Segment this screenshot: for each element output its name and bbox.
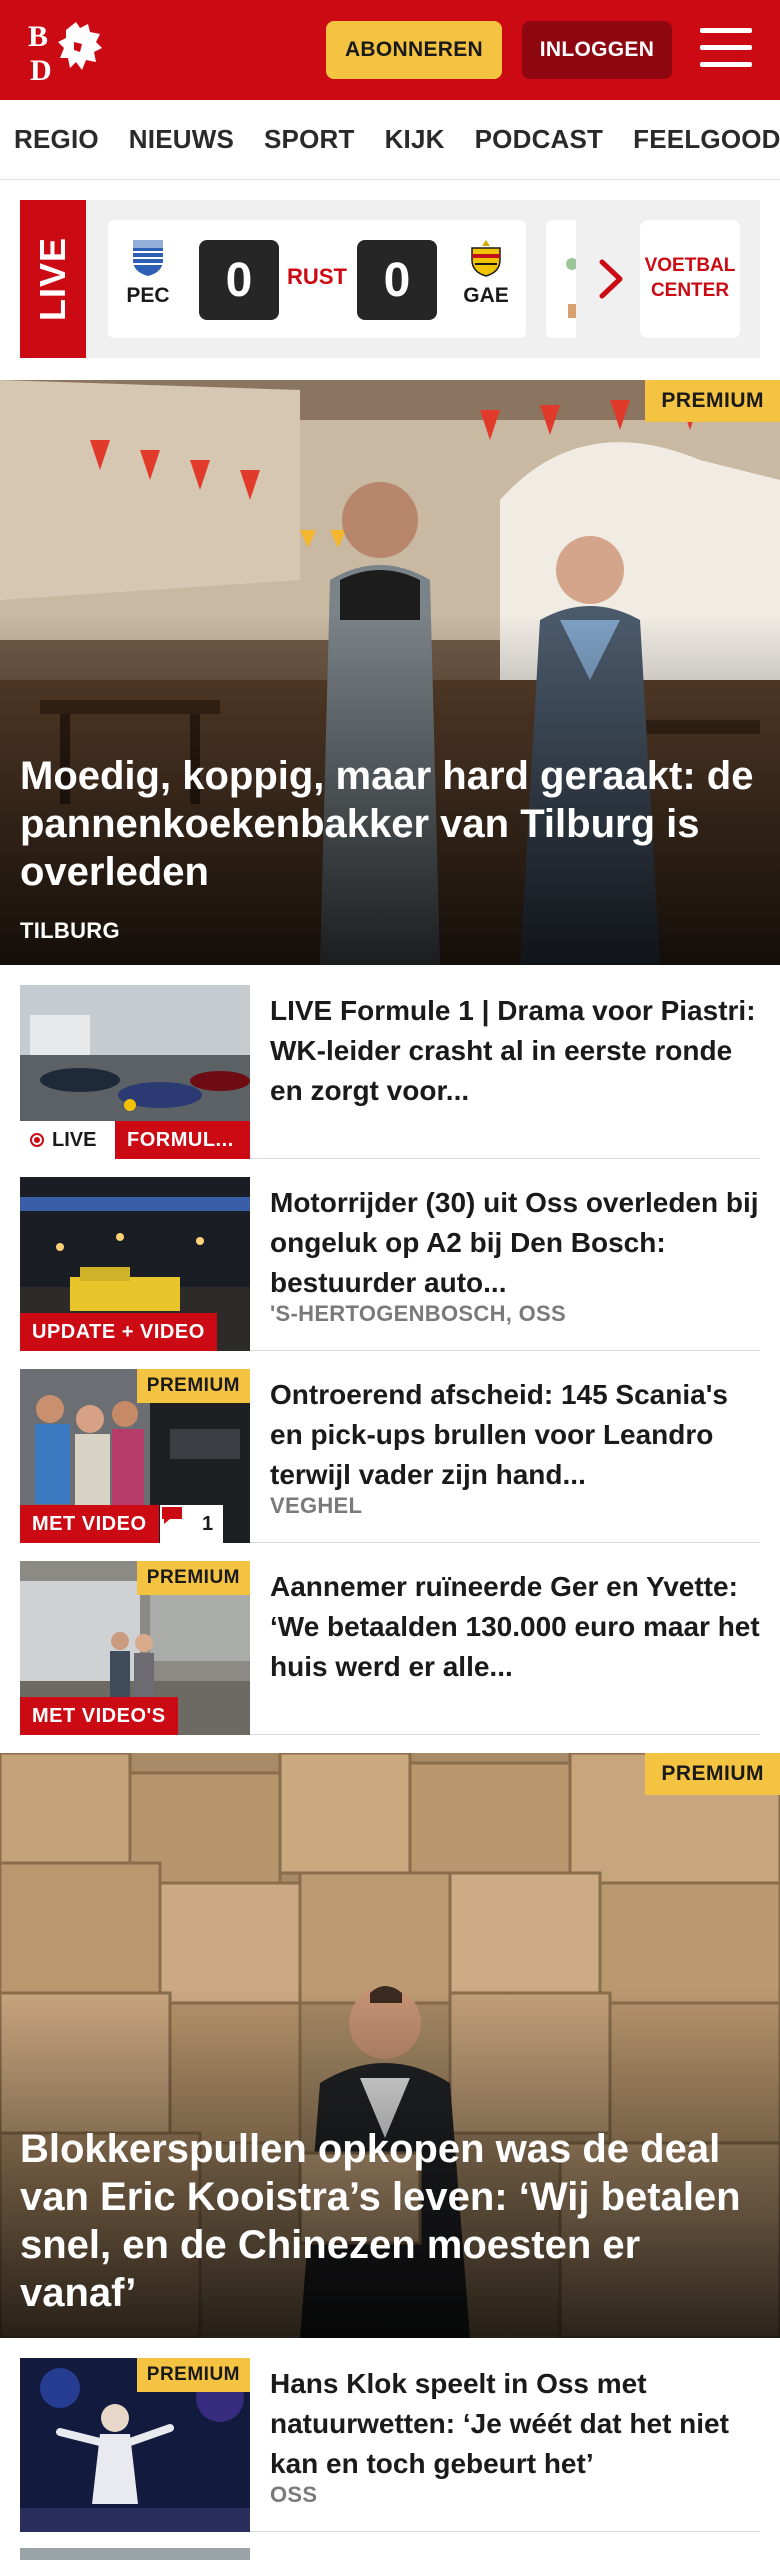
login-button[interactable]: INLOGGEN bbox=[522, 21, 672, 79]
premium-badge: PREMIUM bbox=[136, 2358, 250, 2392]
subscribe-button[interactable]: ABONNEREN bbox=[326, 21, 502, 79]
away-team: GAE bbox=[456, 238, 516, 308]
article-thumbnail: LIVE FORMUL... bbox=[20, 985, 250, 1159]
home-score: 0 bbox=[199, 240, 279, 320]
live-label: LIVE bbox=[20, 200, 86, 358]
nav-item-nieuws[interactable]: NIEUWS bbox=[129, 124, 234, 155]
svg-text:B: B bbox=[28, 20, 48, 53]
bd-logo[interactable]: B D bbox=[26, 16, 116, 87]
article-location: VEGHEL bbox=[270, 1493, 363, 1518]
section-nav: REGIO NIEUWS SPORT KIJK PODCAST FEELGOOD… bbox=[0, 100, 780, 180]
live-indicator: LIVE bbox=[20, 1121, 115, 1159]
list-item[interactable]: UPDATE + VIDEO Motorrijder (30) uit Oss … bbox=[20, 1177, 760, 1351]
live-match-card[interactable]: PEC 0 RUST 0 GAE bbox=[108, 220, 526, 338]
article-tag: UPDATE + VIDEO bbox=[20, 1313, 217, 1351]
nav-item-sport[interactable]: SPORT bbox=[264, 124, 355, 155]
list-item[interactable]: PREMIUM MET VIDEO 1 Ontroerend afscheid:… bbox=[20, 1369, 760, 1543]
home-team-abbr: PEC bbox=[126, 284, 170, 307]
nav-item-feelgood[interactable]: FEELGOOD bbox=[633, 124, 780, 155]
svg-text:D: D bbox=[30, 54, 52, 84]
site-header: B D ABONNEREN INLOGGEN bbox=[0, 0, 780, 100]
article-title[interactable]: Aannemer ruïneerde Ger en Yvette: ‘We be… bbox=[270, 1567, 760, 1687]
article-title[interactable]: Hans Klok speelt in Oss met natuurwetten… bbox=[270, 2364, 760, 2484]
match-status: RUST bbox=[287, 264, 347, 289]
article-tag: FORMUL... bbox=[115, 1121, 250, 1159]
article-title[interactable]: Motorrijder (30) uit Oss overleden bij o… bbox=[270, 1183, 760, 1303]
live-scores-bar: LIVE PEC 0 RUST 0 GAE VOETBAL CENTER bbox=[20, 200, 760, 358]
nav-item-kijk[interactable]: KIJK bbox=[385, 124, 445, 155]
list-item[interactable]: LIVE FORMUL... LIVE Formule 1 | Drama vo… bbox=[20, 985, 760, 1159]
article-thumbnail: PREMIUM bbox=[20, 2358, 250, 2532]
article-thumbnail: UPDATE + VIDEO bbox=[20, 1177, 250, 1351]
hero-title-2[interactable]: Blokkerspullen opkopen was de deal van E… bbox=[20, 2125, 760, 2317]
article-tag: MET VIDEO'S bbox=[20, 1697, 178, 1735]
article-tag: MET VIDEO bbox=[20, 1505, 159, 1543]
live-match-card-next[interactable] bbox=[546, 220, 576, 338]
next-article-thumbnail-peek bbox=[20, 2548, 250, 2560]
list-item[interactable]: PREMIUM Hans Klok speelt in Oss met natu… bbox=[20, 2358, 760, 2532]
hero-article-1[interactable]: PREMIUM Moedig, koppig, maar hard geraak… bbox=[0, 380, 780, 965]
hamburger-menu-icon[interactable] bbox=[700, 28, 752, 72]
comment-icon bbox=[162, 1507, 194, 1534]
article-location: 'S-HERTOGENBOSCH, OSS bbox=[270, 1301, 566, 1326]
premium-badge: PREMIUM bbox=[645, 380, 780, 422]
pec-crest-icon bbox=[129, 238, 167, 278]
hero-article-2[interactable]: PREMIUM Blokkerspullen opkopen was de de… bbox=[0, 1753, 780, 2338]
article-title[interactable]: Ontroerend afscheid: 145 Scania's en pic… bbox=[270, 1375, 760, 1495]
away-team-abbr: GAE bbox=[463, 284, 509, 307]
chevron-right-icon[interactable] bbox=[592, 252, 632, 306]
hero-location-1: TILBURG bbox=[20, 918, 120, 943]
voetbal-center-link[interactable]: VOETBAL CENTER bbox=[640, 220, 740, 338]
home-team: PEC bbox=[118, 238, 178, 308]
gae-crest-icon bbox=[467, 238, 505, 278]
premium-badge: PREMIUM bbox=[136, 1561, 250, 1595]
hero-title-1[interactable]: Moedig, koppig, maar hard geraakt: de pa… bbox=[20, 752, 760, 896]
away-score: 0 bbox=[357, 240, 437, 320]
article-thumbnail: PREMIUM MET VIDEO 1 bbox=[20, 1369, 250, 1543]
article-thumbnail: PREMIUM MET VIDEO'S bbox=[20, 1561, 250, 1735]
premium-badge: PREMIUM bbox=[645, 1753, 780, 1795]
comment-count[interactable]: 1 bbox=[160, 1505, 224, 1543]
nav-item-regio[interactable]: REGIO bbox=[14, 124, 99, 155]
article-title[interactable]: LIVE Formule 1 | Drama voor Piastri: WK-… bbox=[270, 991, 760, 1111]
premium-badge: PREMIUM bbox=[136, 1369, 250, 1403]
article-location: OSS bbox=[270, 2482, 318, 2507]
list-item[interactable]: PREMIUM MET VIDEO'S Aannemer ruïneerde G… bbox=[20, 1561, 760, 1735]
nav-item-podcast[interactable]: PODCAST bbox=[475, 124, 604, 155]
